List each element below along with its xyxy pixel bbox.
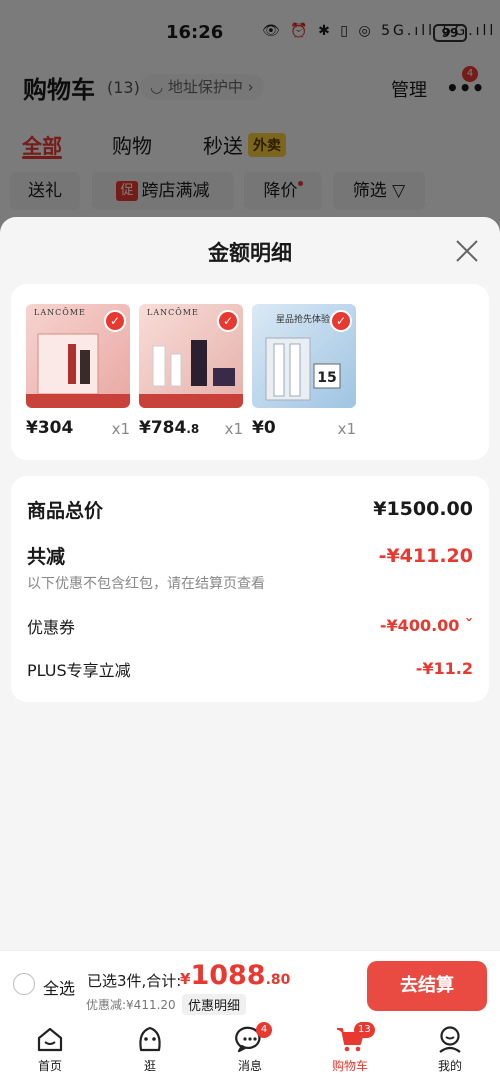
product-item[interactable]: LANCÔME ✓ ¥784.8 x1 [139,304,243,438]
selected-summary: 已选3件,合计: [87,972,182,990]
product-qty: x1 [111,420,130,438]
checkout-button[interactable]: 去结算 [367,961,487,1011]
cart-badge: 13 [354,1022,375,1038]
home-icon [37,1027,63,1052]
total-discount-label: 共减 [27,546,66,568]
product-price: ¥784.8 [139,418,199,438]
nav-messages-label: 消息 [237,1059,262,1073]
discount-detail-button[interactable]: 优惠明细 [182,994,247,1015]
coupon-value[interactable]: -¥400.00 ˇ [380,616,473,635]
price-dec: .8 [186,422,200,436]
product-price: ¥0 [252,418,276,438]
checkout-bar: 全选 已选3件,合计: ¥1088.80 优惠减:¥411.20 优惠明细 去结… [0,950,500,1018]
product-qty: x1 [337,420,356,438]
messages-badge: 4 [256,1022,272,1038]
amount-detail-sheet: 金额明细 LANCÔME ✓ ¥304 x1 LANCÔME ✓ ¥784.8 … [0,217,500,950]
coupon-label: 优惠券 [27,618,76,637]
product-list-card: LANCÔME ✓ ¥304 x1 LANCÔME ✓ ¥784.8 x1 星品… [11,284,489,460]
bottom-tab-bar: 首页 逛 消息 4 购物车 13 我的 [0,1018,500,1085]
checked-icon: ✓ [104,310,126,332]
product-image: 星品抢先体验 15 ✓ [252,304,356,408]
discount-summary: 优惠减:¥411.20 [86,998,176,1012]
total-price-label: 商品总价 [27,500,104,522]
amount-breakdown-card: 商品总价 ¥1500.00 共减 -¥411.20 以下优惠不包含红包，请在结算… [11,476,489,702]
nav-home[interactable]: 首页 [20,1024,80,1074]
discount-note: 以下优惠不包含红包，请在结算页查看 [27,576,265,592]
close-icon[interactable] [453,237,481,265]
product-price: ¥304 [26,418,73,438]
total-int: 1088 [190,960,266,991]
total-dec: .80 [265,972,291,988]
select-all-label[interactable]: 全选 [43,975,75,999]
svg-text:15: 15 [317,370,336,386]
price-int: ¥304 [26,418,74,438]
total-amount: ¥1088.80 [180,960,290,991]
select-all-radio[interactable] [13,973,35,995]
plus-discount-value: -¥11.2 [415,659,473,678]
profile-icon [439,1026,461,1053]
nav-profile[interactable]: 我的 [420,1024,480,1074]
total-yen: ¥ [180,970,191,988]
price-int: ¥0 [252,418,276,438]
product-item[interactable]: 星品抢先体验 15 ✓ ¥0 x1 [252,304,356,438]
browse-icon [139,1026,161,1052]
product-item[interactable]: LANCÔME ✓ ¥304 x1 [26,304,130,438]
total-discount-value: -¥411.20 [378,545,473,567]
nav-home-label: 首页 [37,1059,62,1073]
nav-profile-label: 我的 [437,1059,462,1073]
product-image: LANCÔME ✓ [26,304,130,408]
total-price-value: ¥1500.00 [373,498,473,520]
plus-discount-label: PLUS专享立减 [27,661,131,680]
nav-browse[interactable]: 逛 [120,1024,180,1074]
nav-browse-label: 逛 [143,1059,156,1073]
sheet-title: 金额明细 [208,241,292,265]
checked-icon: ✓ [330,310,352,332]
product-qty: x1 [224,420,243,438]
price-int: ¥784 [139,418,187,438]
checked-icon: ✓ [217,310,239,332]
nav-cart-label: 购物车 [331,1059,368,1073]
product-image: LANCÔME ✓ [139,304,243,408]
